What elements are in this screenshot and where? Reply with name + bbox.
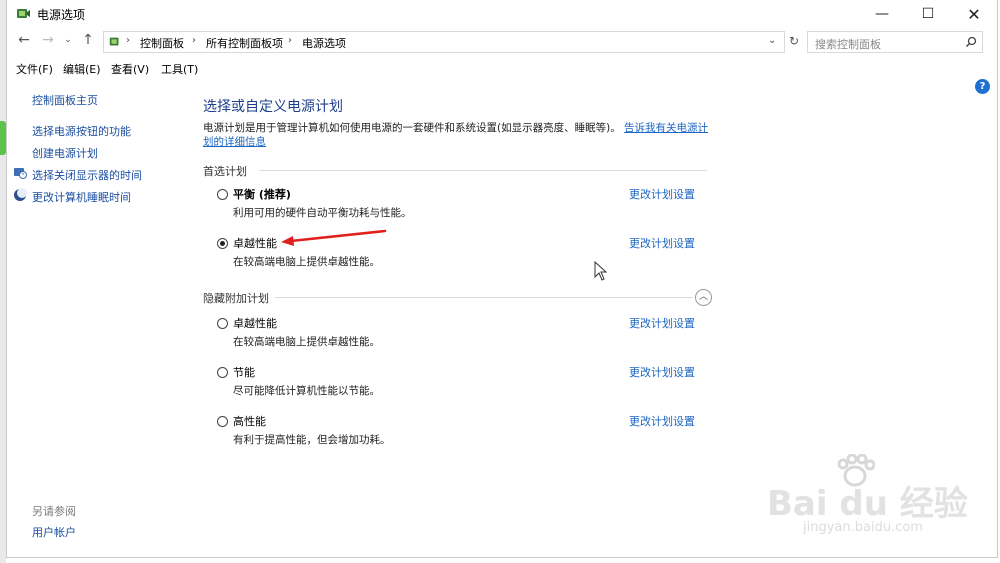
crumb-separator: › xyxy=(288,35,292,46)
breadcrumb-power-options[interactable]: 电源选项 xyxy=(302,35,346,51)
learn-more-text-1: 告诉我有关电源计 xyxy=(624,122,709,134)
plan-name-power-saver[interactable]: 节能 xyxy=(233,364,255,380)
address-dropdown-icon[interactable]: ⌄ xyxy=(768,35,776,46)
recent-chevron-icon[interactable]: ⌄ xyxy=(59,35,77,45)
preferred-plans-label: 首选计划 xyxy=(203,165,247,178)
menu-bar: 文件(F) 编辑(E) 查看(V) 工具(T) xyxy=(7,59,997,77)
divider xyxy=(275,297,693,298)
sidebar-user-accounts-link[interactable]: 用户帐户 xyxy=(32,524,76,540)
crumb-separator: › xyxy=(192,35,196,46)
plan-desc-power-saver: 尽可能降低计算机性能以节能。 xyxy=(233,385,380,397)
plan-desc-high-performance: 有利于提高性能，但会增加功耗。 xyxy=(233,434,391,446)
crumb-separator: › xyxy=(126,35,130,46)
up-arrow-icon[interactable]: ↑ xyxy=(79,32,97,48)
power-options-window: 电源选项 — ☐ ✕ ← → ⌄ ↑ › 控制面板 › 所有控制面板项 › 电源… xyxy=(6,0,998,558)
search-input[interactable]: 搜索控制面板 xyxy=(807,31,983,53)
sidebar-display-off-link[interactable]: 选择关闭显示器的时间 xyxy=(32,167,142,183)
annotation-arrow xyxy=(281,229,387,246)
plan-name-ultimate-performance[interactable]: 卓越性能 xyxy=(233,235,277,251)
description-text: 电源计划是用于管理计算机如何使用电源的一套硬件和系统设置(如显示器亮度、睡眠等)… xyxy=(203,122,621,134)
menu-view[interactable]: 查看(V) xyxy=(111,61,149,77)
plan-radio-ultimate-performance[interactable] xyxy=(217,238,228,249)
minimize-button[interactable]: — xyxy=(859,0,905,28)
sidebar-create-plan-link[interactable]: 创建电源计划 xyxy=(32,145,98,161)
moon-icon xyxy=(14,188,27,201)
plan-name-ultimate-performance-hidden[interactable]: 卓越性能 xyxy=(233,315,277,331)
search-icon[interactable] xyxy=(965,36,977,48)
see-also-title: 另请参阅 xyxy=(32,505,76,518)
change-plan-settings-link[interactable]: 更改计划设置 xyxy=(629,364,695,380)
plan-radio-balanced[interactable] xyxy=(217,189,228,200)
plan-name-high-performance[interactable]: 高性能 xyxy=(233,413,266,429)
title-bar: 电源选项 — ☐ ✕ xyxy=(7,0,997,28)
hidden-plans-label: 隐藏附加计划 xyxy=(203,292,269,305)
page-title: 选择或自定义电源计划 xyxy=(203,99,343,115)
plan-desc-balanced: 利用可用的硬件自动平衡功耗与性能。 xyxy=(233,207,412,219)
maximize-button[interactable]: ☐ xyxy=(905,0,951,28)
watermark-url: jingyan.baidu.com xyxy=(803,520,923,535)
window-title: 电源选项 xyxy=(37,8,86,22)
plan-desc-ultimate-performance: 在较高端电脑上提供卓越性能。 xyxy=(233,256,380,268)
forward-arrow-icon[interactable]: → xyxy=(39,32,57,48)
plan-desc-ultimate-performance-hidden: 在较高端电脑上提供卓越性能。 xyxy=(233,336,380,348)
refresh-icon[interactable]: ↻ xyxy=(785,34,803,48)
search-placeholder: 搜索控制面板 xyxy=(815,38,881,51)
plan-name-balanced[interactable]: 平衡 (推荐) xyxy=(233,186,291,202)
control-panel-icon xyxy=(109,37,119,46)
sidebar-home-link[interactable]: 控制面板主页 xyxy=(32,92,98,108)
change-plan-settings-link[interactable]: 更改计划设置 xyxy=(629,315,695,331)
power-options-icon xyxy=(17,9,30,18)
mouse-cursor-icon xyxy=(594,261,608,281)
learn-more-text-2: 划的详细信息 xyxy=(203,136,266,148)
address-bar[interactable]: › 控制面板 › 所有控制面板项 › 电源选项 ⌄ xyxy=(103,31,785,53)
sidebar-sleep-link[interactable]: 更改计算机睡眠时间 xyxy=(32,189,131,205)
breadcrumb-all-items[interactable]: 所有控制面板项 xyxy=(206,35,283,51)
plan-radio-high-performance[interactable] xyxy=(217,416,228,427)
breadcrumb-control-panel[interactable]: 控制面板 xyxy=(140,35,184,51)
change-plan-settings-link[interactable]: 更改计划设置 xyxy=(629,186,695,202)
divider xyxy=(259,170,707,171)
menu-file[interactable]: 文件(F) xyxy=(16,61,53,77)
watermark: Bai du 经验 jingyan.baidu.com xyxy=(767,454,977,538)
watermark-brand: Bai du 经验 xyxy=(767,484,968,524)
address-row: ← → ⌄ ↑ › 控制面板 › 所有控制面板项 › 电源选项 ⌄ ↻ 搜索控制… xyxy=(7,30,997,54)
change-plan-settings-link[interactable]: 更改计划设置 xyxy=(629,413,695,429)
close-button[interactable]: ✕ xyxy=(951,0,997,28)
back-arrow-icon[interactable]: ← xyxy=(15,32,33,48)
help-icon[interactable]: ? xyxy=(975,79,990,94)
chevron-up-icon[interactable]: ︿ xyxy=(695,289,712,306)
plan-radio-power-saver[interactable] xyxy=(217,367,228,378)
page-description: 电源计划是用于管理计算机如何使用电源的一套硬件和系统设置(如显示器亮度、睡眠等)… xyxy=(203,121,723,149)
menu-tools[interactable]: 工具(T) xyxy=(161,61,198,77)
menu-edit[interactable]: 编辑(E) xyxy=(63,61,101,77)
change-plan-settings-link[interactable]: 更改计划设置 xyxy=(629,235,695,251)
display-clock-icon xyxy=(14,168,27,179)
sidebar-power-button-link[interactable]: 选择电源按钮的功能 xyxy=(32,123,131,139)
plan-radio-ultimate-performance-hidden[interactable] xyxy=(217,318,228,329)
